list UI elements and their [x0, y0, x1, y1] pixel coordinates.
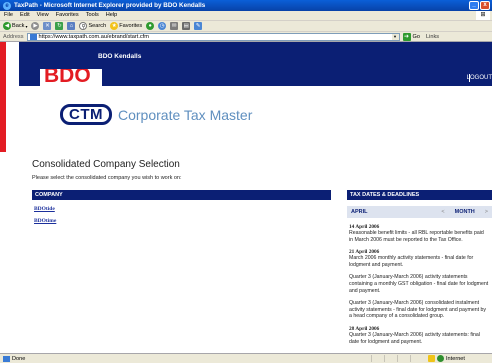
month-navigator: APRIL < MONTH > — [347, 206, 492, 218]
bdo-logo: BDO — [40, 64, 102, 87]
site-header: BDO BDO Kendalls LOGOUT — [19, 42, 492, 86]
left-accent-bar — [0, 42, 6, 152]
prev-month-button[interactable]: < — [441, 209, 444, 215]
deadline-text: March 2006 monthly activity statements -… — [349, 255, 474, 268]
back-button[interactable]: ◀ Back ▾ — [3, 22, 27, 30]
deadline-item: 28 April 2006 Quarter 3 (January-March 2… — [349, 326, 489, 345]
status-cell — [410, 355, 422, 362]
history-icon[interactable]: ◷ — [158, 22, 167, 30]
menu-file[interactable]: File — [4, 11, 13, 20]
status-cell — [397, 355, 409, 362]
company-column-header: COMPANY — [32, 190, 331, 200]
ctm-banner: CTM Corporate Tax Master — [60, 104, 252, 125]
go-button[interactable]: ➜ Go — [402, 32, 420, 41]
stop-icon[interactable]: ✕ — [43, 22, 52, 30]
menu-view[interactable]: View — [37, 11, 49, 20]
instruction-text: Please select the consolidated company y… — [32, 175, 182, 181]
security-zone: Internet — [437, 355, 465, 362]
window-controls: _ x — [469, 1, 490, 10]
address-bar: Address https://www.taxpath.com.au/ebran… — [0, 31, 492, 42]
search-button[interactable]: ⚲ Search — [79, 22, 106, 30]
company-link-bdotime[interactable]: BDOtime — [34, 218, 56, 224]
month-nav: < MONTH > — [441, 209, 492, 215]
deadline-text: Quarter 3 (January-March 2006) activity … — [349, 274, 489, 294]
month-nav-label: MONTH — [454, 209, 475, 215]
deadline-item: Quarter 3 (January-March 2006) activity … — [349, 274, 489, 294]
status-cell — [384, 355, 396, 362]
page-title: Consolidated Company Selection — [32, 159, 180, 170]
search-label: Search — [88, 23, 107, 29]
status-text: Done — [12, 355, 26, 362]
ctm-logo: CTM — [60, 104, 112, 125]
print-icon[interactable]: ▤ — [182, 22, 191, 30]
address-input[interactable]: https://www.taxpath.com.au/ebrand/start.… — [26, 32, 400, 41]
current-month: APRIL — [351, 209, 368, 215]
windows-logo-icon: ⊞ — [476, 11, 490, 20]
logo-top-bar — [40, 67, 102, 69]
status-cell — [371, 355, 383, 362]
zone-label: Internet — [446, 355, 465, 362]
next-month-button[interactable]: > — [485, 209, 488, 215]
status-bar: Done Internet — [0, 353, 492, 363]
address-label: Address — [3, 33, 24, 40]
forward-arrow-icon[interactable]: ▶ — [31, 22, 40, 30]
menu-help[interactable]: Help — [106, 11, 118, 20]
refresh-icon[interactable]: ↻ — [55, 22, 64, 30]
address-url[interactable]: https://www.taxpath.com.au/ebrand/start.… — [39, 34, 149, 40]
menu-edit[interactable]: Edit — [20, 11, 30, 20]
deadline-item: 14 April 2006 Reasonable benefit limits … — [349, 224, 489, 243]
deadline-list: 14 April 2006 Reasonable benefit limits … — [347, 218, 492, 345]
company-link-bdotide[interactable]: BDOtide — [34, 206, 55, 212]
address-dropdown-icon[interactable]: ▾ — [391, 33, 399, 40]
links-button[interactable]: Links — [426, 34, 439, 40]
tax-dates-panel: TAX DATES & DEADLINES APRIL < MONTH > 14… — [347, 190, 492, 353]
close-button[interactable]: x — [480, 1, 490, 10]
menu-tools[interactable]: Tools — [86, 11, 99, 20]
page-icon — [29, 33, 37, 40]
internet-explorer-icon: e — [3, 1, 11, 10]
go-arrow-icon: ➜ — [402, 32, 411, 41]
favorites-button[interactable]: ★ Favorites — [110, 22, 142, 30]
lock-icon[interactable] — [428, 355, 435, 362]
globe-icon — [437, 355, 444, 362]
back-label: Back — [12, 23, 25, 29]
brand-name: BDO Kendalls — [98, 53, 142, 60]
deadline-item: Quarter 3 (January-March 2006) consolida… — [349, 300, 489, 320]
go-label: Go — [412, 33, 420, 40]
menu-favorites[interactable]: Favorites — [56, 11, 79, 20]
window-titlebar: e TaxPath - Microsoft Internet Explorer … — [0, 0, 492, 11]
bdo-logo-text: BDO — [44, 64, 91, 87]
favorites-label: Favorites — [119, 23, 143, 29]
back-arrow-icon: ◀ — [3, 22, 11, 30]
page-content: BDO BDO Kendalls LOGOUT CTM Corporate Ta… — [0, 42, 492, 353]
tax-dates-header: TAX DATES & DEADLINES — [347, 190, 492, 200]
mail-icon[interactable]: ✉ — [170, 22, 179, 30]
browser-toolbar: ◀ Back ▾ ▶ ✕ ↻ ⌂ ⚲ Search ★ Favorites ● … — [0, 20, 492, 31]
minimize-button[interactable]: _ — [469, 1, 479, 10]
home-icon[interactable]: ⌂ — [67, 22, 76, 30]
logout-link[interactable]: LOGOUT — [467, 75, 492, 81]
search-icon: ⚲ — [79, 22, 88, 30]
chevron-down-icon: ▾ — [25, 23, 28, 29]
menu-bar: File Edit View Favorites Tools Help ⊞ — [0, 11, 492, 20]
deadline-text: Quarter 3 (January-March 2006) activity … — [349, 331, 480, 345]
deadline-text: Reasonable benefit limits - all RBL repo… — [349, 230, 484, 243]
page-done-icon — [3, 355, 10, 362]
product-title: Corporate Tax Master — [118, 106, 253, 123]
window-title: TaxPath - Microsoft Internet Explorer pr… — [14, 2, 206, 9]
star-icon: ★ — [110, 22, 119, 30]
deadline-item: 21 April 2006 March 2006 monthly activit… — [349, 249, 489, 268]
status-cells — [371, 355, 422, 362]
deadline-text: Quarter 3 (January-March 2006) consolida… — [349, 300, 486, 320]
media-icon[interactable]: ● — [146, 22, 155, 30]
edit-icon[interactable]: ✎ — [194, 22, 203, 30]
